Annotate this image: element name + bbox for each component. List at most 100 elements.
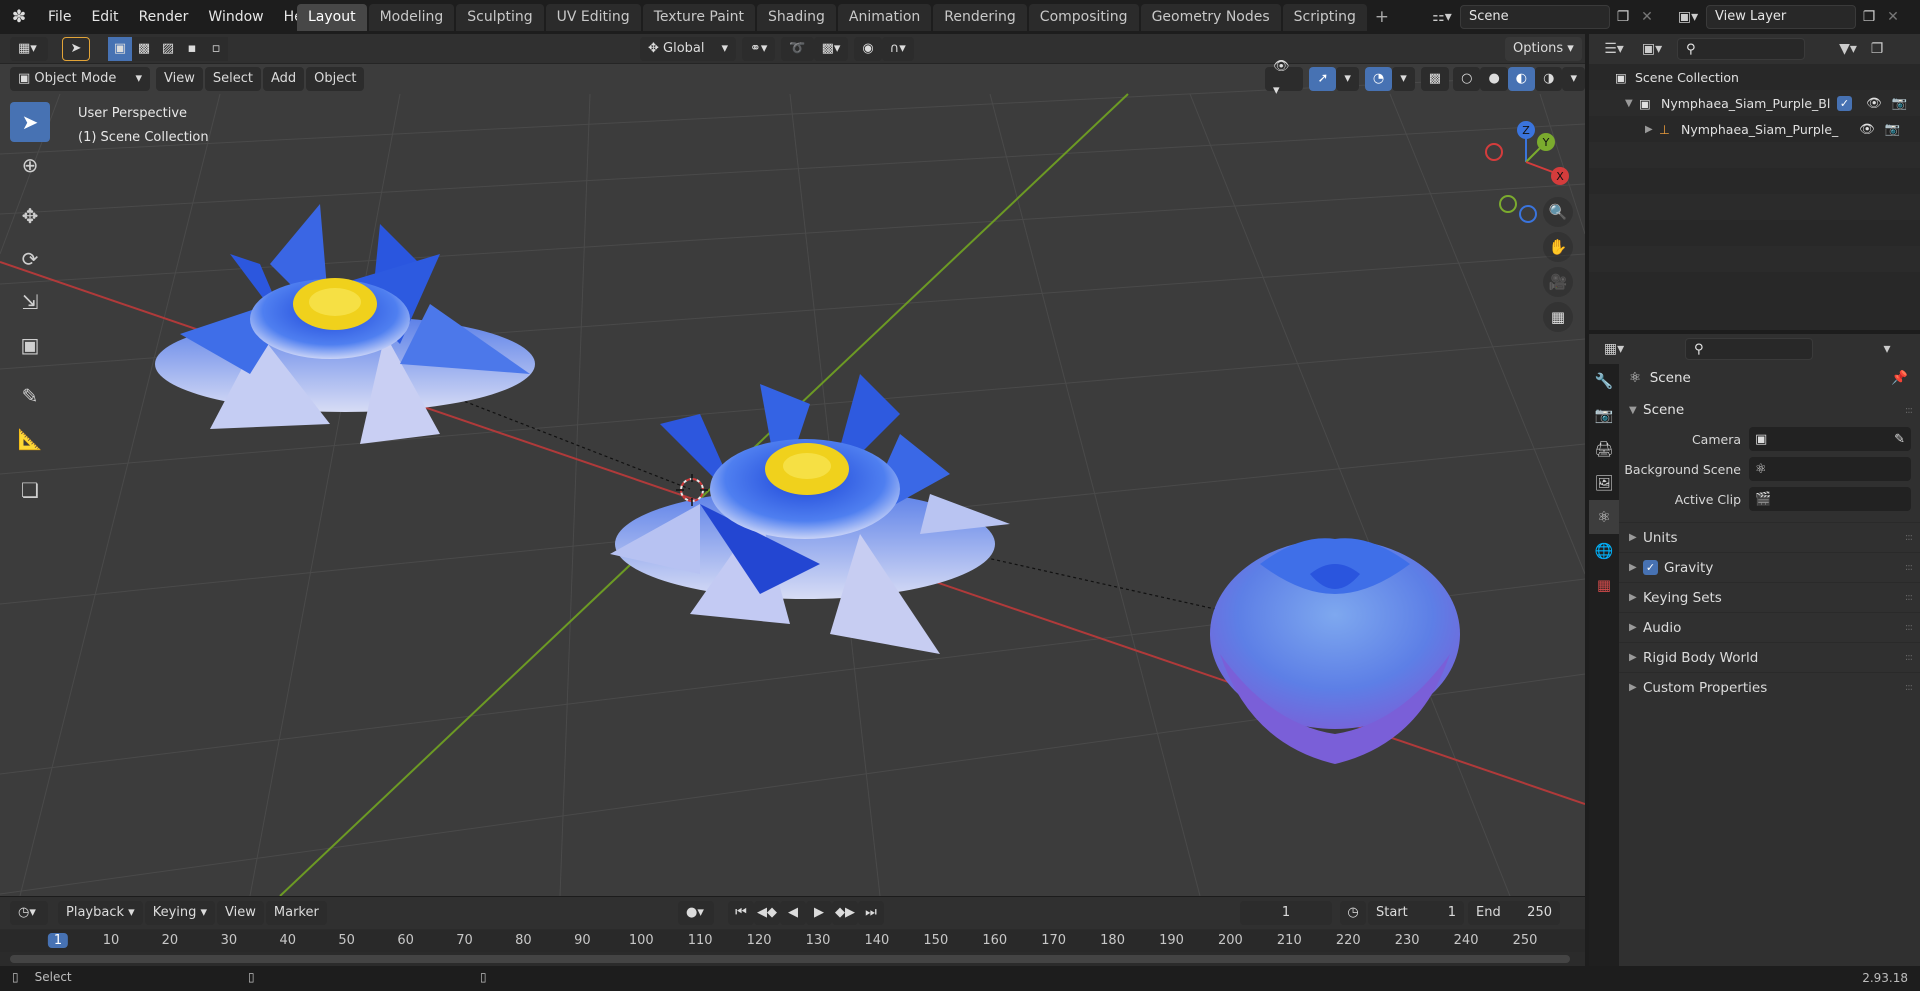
filter-icon[interactable]: ▼▾ — [1831, 37, 1865, 61]
jump-prev-key-icon[interactable]: ◀◆ — [754, 901, 780, 925]
overlay-dropdown-icon[interactable]: ▾ — [1392, 67, 1415, 91]
tab-scripting[interactable]: Scripting — [1282, 4, 1367, 31]
new-scene-icon[interactable]: ❐ — [1610, 5, 1636, 29]
properties-search-input[interactable]: ⚲ — [1685, 338, 1813, 360]
options-dropdown[interactable]: Options ▾ — [1505, 37, 1582, 61]
properties-editor-type-icon[interactable]: ▦▾ — [1597, 337, 1631, 361]
new-view-layer-icon[interactable]: ❐ — [1856, 5, 1882, 29]
move-tool-icon[interactable]: ✥ — [10, 196, 50, 236]
tab-shading[interactable]: Shading — [757, 4, 836, 31]
tool-tab-icon[interactable]: 🔧 — [1589, 364, 1619, 398]
object-mode-dropdown[interactable]: ▣ Object Mode ▾ — [10, 67, 150, 91]
gizmo-neg-x-icon[interactable] — [1485, 143, 1503, 161]
gizmo-toggle-icon[interactable]: ➚ — [1309, 67, 1337, 91]
output-tab-icon[interactable]: 🖨 — [1589, 432, 1619, 466]
tab-layout[interactable]: Layout — [297, 4, 367, 31]
units-drag-handle-icon[interactable]: ::: — [1905, 532, 1913, 543]
measure-tool-icon[interactable]: 📐 — [10, 419, 50, 459]
camera-view-icon[interactable]: 🎥 — [1543, 267, 1573, 297]
jump-end-icon[interactable]: ⏭ — [858, 901, 884, 925]
active-clip-field[interactable]: 🎬 — [1749, 487, 1911, 511]
menu-select[interactable]: Select — [204, 67, 261, 91]
texture-tab-icon[interactable]: ▦ — [1589, 568, 1619, 602]
delete-view-layer-icon[interactable]: ✕ — [1882, 5, 1904, 29]
wireframe-shading-icon[interactable]: ○ — [1453, 67, 1481, 91]
object-visibility-icon[interactable]: 👁 — [1859, 121, 1875, 137]
keying-sets-drag-handle-icon[interactable]: ::: — [1905, 592, 1913, 603]
delete-scene-icon[interactable]: ✕ — [1636, 5, 1658, 29]
current-frame-marker[interactable]: 1 — [47, 933, 69, 948]
start-frame-field[interactable]: Start 1 — [1368, 901, 1464, 925]
preview-range-icon[interactable]: ◷ — [1340, 901, 1366, 925]
audio-drag-handle-icon[interactable]: ::: — [1905, 622, 1913, 633]
properties-options-icon[interactable]: ▾ — [1875, 337, 1899, 361]
gravity-panel-header[interactable]: ▶ ✓ Gravity ::: — [1619, 552, 1920, 582]
menu-view[interactable]: View — [156, 67, 203, 91]
annotate-tool-icon[interactable]: ✎ — [10, 376, 50, 416]
tab-rendering[interactable]: Rendering — [933, 4, 1027, 31]
expand-chevron-icon[interactable]: ▼ — [1625, 98, 1639, 109]
outliner-search-input[interactable]: ⚲ — [1677, 38, 1805, 60]
pan-hand-icon[interactable]: ✋ — [1543, 232, 1573, 262]
scene-browse-icon[interactable]: ⚏▾ — [1424, 5, 1460, 29]
units-panel-header[interactable]: ▶ Units ::: — [1619, 522, 1920, 552]
xray-toggle-icon[interactable]: ▩ — [1420, 67, 1450, 91]
select-box-tool-icon[interactable]: ➤ — [10, 102, 50, 142]
gizmo-neg-y-icon[interactable] — [1499, 195, 1517, 213]
menu-add[interactable]: Add — [262, 67, 305, 91]
collection-exclude-checkbox[interactable]: ✓ — [1837, 95, 1852, 111]
menu-object[interactable]: Object — [306, 67, 365, 91]
scene-name-field[interactable]: Scene — [1460, 5, 1610, 29]
collection-visibility-icon[interactable]: 👁 — [1866, 95, 1882, 111]
keying-sets-panel-header[interactable]: ▶ Keying Sets ::: — [1619, 582, 1920, 612]
add-workspace-button[interactable]: + — [1369, 4, 1395, 31]
solid-shading-icon[interactable]: ● — [1480, 67, 1508, 91]
audio-panel-header[interactable]: ▶ Audio ::: — [1619, 612, 1920, 642]
rotate-tool-icon[interactable]: ⟳ — [10, 239, 50, 279]
3d-viewport[interactable]: ▦▾ ➤ ▣ ▩ ▨ ▪ ▫ ✥ Global ▾ ⚭▾ ➰ ▩▾ ◉ ∩▾ O… — [0, 34, 1585, 896]
jump-start-icon[interactable]: ⏮ — [728, 901, 754, 925]
snap-element-icon[interactable]: ▩▾ — [813, 37, 849, 61]
gravity-checkbox[interactable]: ✓ — [1643, 560, 1658, 575]
shading-dropdown-icon[interactable]: ▾ — [1562, 67, 1585, 91]
menu-window[interactable]: Window — [198, 4, 273, 30]
menu-file[interactable]: File — [38, 4, 81, 30]
play-reverse-icon[interactable]: ◀ — [780, 901, 806, 925]
tab-sculpting[interactable]: Sculpting — [456, 4, 544, 31]
add-cube-tool-icon[interactable]: ❏ — [10, 470, 50, 510]
outliner-editor-type-icon[interactable]: ☰▾ — [1597, 37, 1631, 61]
menu-render[interactable]: Render — [129, 4, 199, 30]
menu-playback[interactable]: Playback ▾ — [58, 901, 143, 925]
view-layer-name-field[interactable]: View Layer — [1706, 5, 1856, 29]
object-expand-chevron-icon[interactable]: ▶ — [1645, 124, 1659, 135]
material-preview-icon[interactable]: ◐ — [1507, 67, 1536, 91]
object-render-icon[interactable]: 📷 — [1885, 121, 1901, 137]
jump-next-key-icon[interactable]: ◆▶ — [832, 901, 858, 925]
scene-tab-icon[interactable]: ⚛ — [1589, 500, 1619, 534]
gizmo-neg-z-icon[interactable] — [1519, 205, 1537, 223]
auto-keying-icon[interactable]: ●▾ — [678, 901, 714, 925]
frame-ruler[interactable]: 1 10 20 30 40 50 60 70 80 90 100 110 120 130 140 150 160… — [0, 930, 1585, 952]
custom-properties-drag-handle-icon[interactable]: ::: — [1905, 682, 1913, 693]
overlay-toggle-icon[interactable]: ◔ — [1364, 67, 1393, 91]
gizmo-dropdown-icon[interactable]: ▾ — [1336, 67, 1359, 91]
editor-type-icon[interactable]: ▦▾ — [10, 37, 48, 61]
select-invert-icon[interactable]: ▪ — [180, 37, 204, 61]
rigid-body-drag-handle-icon[interactable]: ::: — [1905, 652, 1913, 663]
outliner-scene-collection[interactable]: ▣ Scene Collection — [1589, 64, 1920, 90]
select-subtract-icon[interactable]: ▨ — [156, 37, 180, 61]
timeline-scrollbar[interactable] — [10, 955, 1570, 963]
blender-logo-icon[interactable]: ✽ — [0, 0, 38, 34]
tab-compositing[interactable]: Compositing — [1028, 4, 1139, 31]
rigid-body-world-panel-header[interactable]: ▶ Rigid Body World ::: — [1619, 642, 1920, 672]
play-icon[interactable]: ▶ — [806, 901, 832, 925]
rendered-shading-icon[interactable]: ◑ — [1535, 67, 1563, 91]
tab-modeling[interactable]: Modeling — [368, 4, 455, 31]
proportional-edit-icon[interactable]: ◉ — [854, 37, 882, 61]
tab-texture-paint[interactable]: Texture Paint — [642, 4, 756, 31]
end-frame-field[interactable]: End 250 — [1468, 901, 1560, 925]
select-extend-icon[interactable]: ▩ — [132, 37, 156, 61]
current-frame-field[interactable]: 1 — [1240, 901, 1332, 925]
world-tab-icon[interactable]: 🌐 — [1589, 534, 1619, 568]
display-mode-icon[interactable]: ▣▾ — [1635, 37, 1669, 61]
